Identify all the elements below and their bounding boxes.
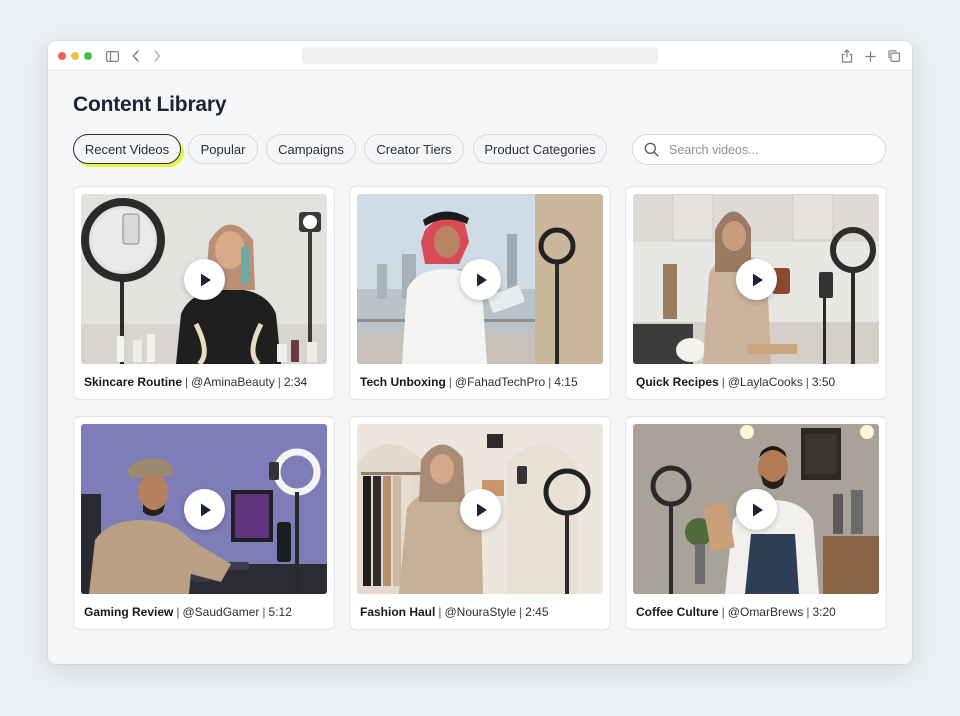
video-card[interactable]: Tech Unboxing | @FahadTechPro | 4:15 (349, 186, 611, 400)
play-icon (200, 273, 211, 286)
video-card[interactable]: Gaming Review | @SaudGamer | 5:12 (73, 416, 335, 630)
video-title: Skincare Routine (84, 375, 183, 389)
video-caption: Coffee Culture | @OmarBrews | 3:20 (636, 605, 836, 619)
sidebar-icon[interactable] (104, 48, 120, 64)
play-icon (752, 503, 763, 516)
play-button[interactable] (184, 489, 225, 530)
video-title: Quick Recipes (636, 375, 719, 389)
filter-popular[interactable]: Popular (188, 134, 258, 164)
maximize-window-button[interactable] (84, 52, 92, 60)
video-duration: 2:45 (525, 605, 549, 619)
filter-product-categories[interactable]: Product Categories (473, 134, 607, 164)
browser-titlebar (48, 41, 912, 71)
video-title: Coffee Culture (636, 605, 719, 619)
video-card[interactable]: Fashion Haul | @NouraStyle | 2:45 (349, 416, 611, 630)
filter-recent-videos[interactable]: Recent Videos (73, 134, 181, 164)
video-card[interactable]: Quick Recipes | @LaylaCooks | 3:50 (625, 186, 887, 400)
video-creator[interactable]: @AminaBeauty (191, 375, 275, 389)
tabs-icon[interactable] (886, 48, 902, 64)
video-title: Tech Unboxing (360, 375, 446, 389)
video-creator[interactable]: @FahadTechPro (455, 375, 545, 389)
search-box[interactable] (632, 134, 886, 165)
video-thumbnail[interactable] (81, 194, 327, 364)
video-thumbnail[interactable] (633, 424, 879, 594)
back-icon[interactable] (128, 48, 144, 64)
video-duration: 3:20 (812, 605, 836, 619)
video-caption: Tech Unboxing | @FahadTechPro | 4:15 (360, 375, 578, 389)
video-caption: Fashion Haul | @NouraStyle | 2:45 (360, 605, 549, 619)
search-input[interactable] (667, 141, 871, 158)
video-caption: Skincare Routine | @AminaBeauty | 2:34 (84, 375, 308, 389)
video-creator[interactable]: @SaudGamer (183, 605, 260, 619)
video-title: Gaming Review (84, 605, 174, 619)
video-creator[interactable]: @OmarBrews (728, 605, 804, 619)
video-duration: 4:15 (554, 375, 578, 389)
video-card[interactable]: Skincare Routine | @AminaBeauty | 2:34 (73, 186, 335, 400)
video-thumbnail[interactable] (357, 194, 603, 364)
new-tab-icon[interactable] (862, 48, 878, 64)
forward-icon[interactable] (149, 48, 165, 64)
play-icon (752, 273, 763, 286)
filter-campaigns[interactable]: Campaigns (266, 134, 356, 164)
close-window-button[interactable] (58, 52, 66, 60)
play-icon (476, 503, 487, 516)
video-creator[interactable]: @NouraStyle (444, 605, 516, 619)
video-title: Fashion Haul (360, 605, 436, 619)
video-duration: 2:34 (283, 375, 308, 389)
video-caption: Quick Recipes | @LaylaCooks | 3:50 (636, 375, 836, 389)
filter-creator-tiers[interactable]: Creator Tiers (364, 134, 464, 164)
page-title: Content Library (73, 93, 227, 116)
play-icon (200, 503, 211, 516)
play-button[interactable] (184, 259, 225, 300)
search-icon (644, 142, 659, 157)
video-thumbnail[interactable] (357, 424, 603, 594)
play-button[interactable] (736, 259, 777, 300)
video-creator[interactable]: @LaylaCooks (728, 375, 803, 389)
play-icon (476, 273, 487, 286)
video-thumbnail[interactable] (633, 194, 879, 364)
address-bar[interactable] (302, 47, 658, 64)
play-button[interactable] (736, 489, 777, 530)
minimize-window-button[interactable] (71, 52, 79, 60)
video-duration: 3:50 (811, 375, 836, 389)
browser-window: Content Library Recent Videos Popular Ca… (48, 41, 912, 664)
video-caption: Gaming Review | @SaudGamer | 5:12 (84, 605, 292, 619)
video-duration: 5:12 (268, 605, 292, 619)
video-thumbnail[interactable] (81, 424, 327, 594)
play-button[interactable] (460, 489, 501, 530)
share-icon[interactable] (839, 48, 855, 64)
play-button[interactable] (460, 259, 501, 300)
video-card[interactable]: Coffee Culture | @OmarBrews | 3:20 (625, 416, 887, 630)
